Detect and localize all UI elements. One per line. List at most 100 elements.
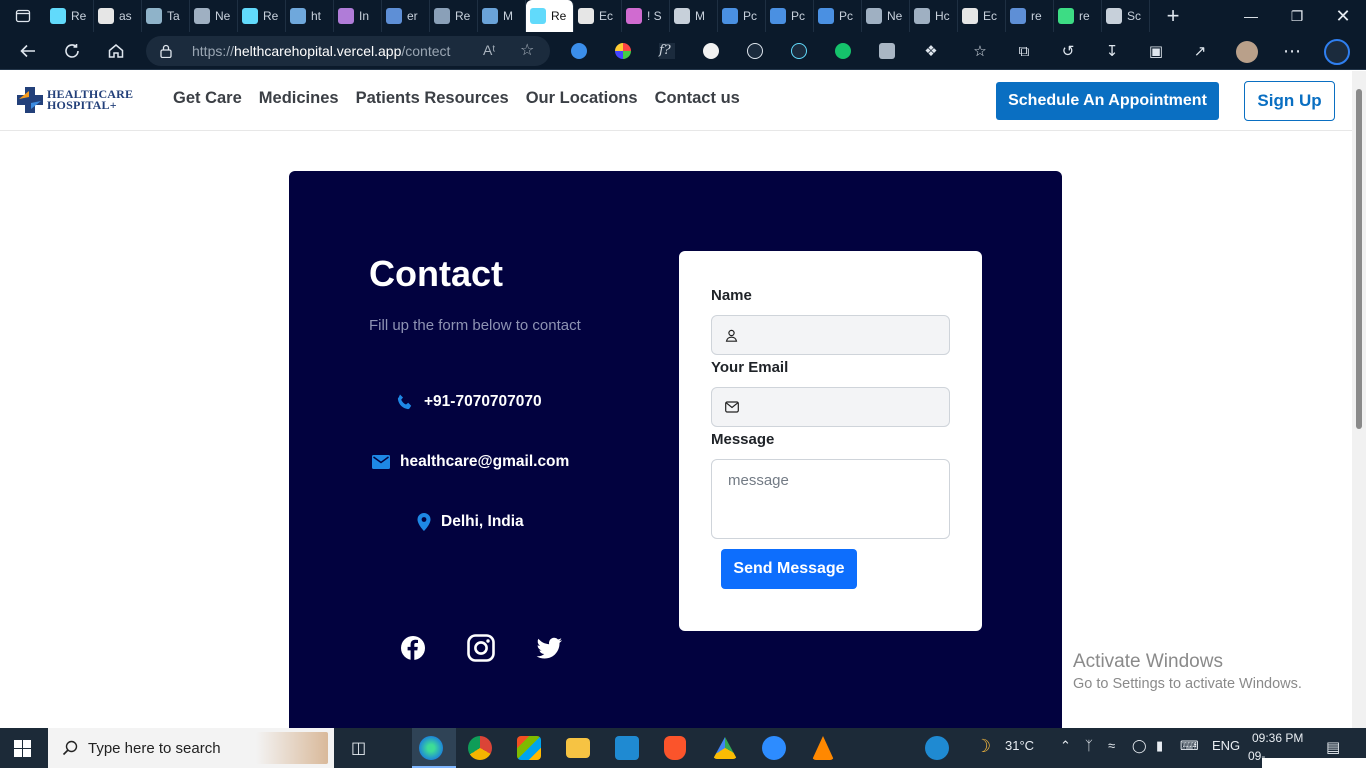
weather-moon-icon[interactable]: ☽ xyxy=(975,736,991,757)
browser-tab[interactable]: as xyxy=(94,0,142,32)
nav-our-locations[interactable]: Our Locations xyxy=(526,89,638,108)
lock-icon xyxy=(160,44,172,58)
tab-label: M xyxy=(695,9,705,23)
grammarly-icon[interactable] xyxy=(835,43,851,59)
bluetooth-icon[interactable]: ᛉ xyxy=(1085,738,1093,753)
web-capture-icon[interactable]: ▣ xyxy=(1146,41,1166,61)
instagram-icon[interactable] xyxy=(467,634,495,662)
browser-tab[interactable]: In xyxy=(334,0,382,32)
more-options-icon[interactable]: ⋯ xyxy=(1282,41,1302,61)
task-view-icon[interactable]: ◫ xyxy=(351,738,366,758)
browser-tab[interactable]: M xyxy=(478,0,526,32)
browser-tab[interactable]: Hc xyxy=(910,0,958,32)
browser-tab[interactable]: Re xyxy=(238,0,286,32)
browser-tab[interactable]: Ta xyxy=(142,0,190,32)
back-button[interactable] xyxy=(13,36,43,66)
site-logo[interactable]: HEALTHCARE HOSPITAL+ xyxy=(15,85,133,115)
read-aloud-icon[interactable]: Aᵗ xyxy=(483,42,495,58)
browser-tab[interactable]: re xyxy=(1054,0,1102,32)
page-scrollbar[interactable] xyxy=(1352,71,1366,728)
bing-chat-icon[interactable] xyxy=(1324,39,1350,65)
keyboard-icon[interactable]: ⌨ xyxy=(1180,738,1199,754)
chrome-icon[interactable] xyxy=(468,736,492,760)
facebook-icon[interactable] xyxy=(399,634,427,662)
start-button[interactable] xyxy=(14,740,31,762)
battery-icon[interactable]: ▮ xyxy=(1156,738,1163,754)
tab-label: In xyxy=(359,9,370,23)
message-textarea[interactable]: message xyxy=(711,459,950,539)
browser-tab[interactable]: Pc xyxy=(718,0,766,32)
browser-tab[interactable]: M xyxy=(670,0,718,32)
share-icon[interactable]: ↗ xyxy=(1190,41,1210,61)
favorite-star-icon[interactable]: ☆ xyxy=(520,40,534,60)
url-bar[interactable]: https://helthcarehopital.vercel.app/cont… xyxy=(146,36,550,66)
history-icon[interactable]: ↺ xyxy=(1058,41,1078,61)
refresh-button[interactable] xyxy=(57,36,87,66)
close-window-button[interactable]: ✕ xyxy=(1320,0,1366,32)
profile-avatar[interactable] xyxy=(1236,41,1258,63)
taskbar-search[interactable]: Type here to search xyxy=(48,728,334,768)
network-icon[interactable]: ≈ xyxy=(1108,738,1115,753)
extension-2-icon[interactable] xyxy=(615,43,631,59)
scrollbar-thumb[interactable] xyxy=(1356,89,1362,429)
show-hidden-icons-icon[interactable]: ⌃ xyxy=(1060,738,1071,754)
browser-tab[interactable]: re xyxy=(1006,0,1054,32)
twitter-icon[interactable] xyxy=(535,634,563,662)
browser-tab[interactable]: Pc xyxy=(814,0,862,32)
browser-tab[interactable]: ! S xyxy=(622,0,670,32)
temperature[interactable]: 31°C xyxy=(1005,738,1034,753)
browser-tab[interactable]: ht xyxy=(286,0,334,32)
meet-icon[interactable]: ◯ xyxy=(1132,738,1147,754)
collections-icon[interactable]: ⧉ xyxy=(1014,41,1034,61)
extension-4-icon[interactable] xyxy=(703,43,719,59)
store-icon[interactable] xyxy=(517,736,541,760)
help-icon[interactable] xyxy=(925,736,949,760)
tab-actions-button[interactable] xyxy=(0,0,46,32)
downloads-icon[interactable]: ↧ xyxy=(1102,41,1122,61)
browser-tab[interactable]: Ec xyxy=(574,0,622,32)
browser-tab[interactable]: Pc xyxy=(766,0,814,32)
nav-patients-resources[interactable]: Patients Resources xyxy=(356,89,509,108)
browser-tab[interactable]: Ec xyxy=(958,0,1006,32)
vlc-icon[interactable] xyxy=(812,736,834,760)
react-devtools-icon[interactable] xyxy=(747,43,763,59)
restore-button[interactable]: ❐ xyxy=(1274,0,1320,32)
send-message-button[interactable]: Send Message xyxy=(721,549,857,589)
email-input[interactable] xyxy=(711,387,950,427)
nav-get-care[interactable]: Get Care xyxy=(173,89,242,108)
nav-medicines[interactable]: Medicines xyxy=(259,89,339,108)
browser-tab[interactable]: Re xyxy=(430,0,478,32)
new-tab-button[interactable]: + xyxy=(1150,0,1196,32)
email-info[interactable]: healthcare@gmail.com xyxy=(372,453,569,471)
phone-info[interactable]: +91-7070707070 xyxy=(396,393,542,411)
language-indicator[interactable]: ENG xyxy=(1212,738,1240,753)
schedule-appointment-button[interactable]: Schedule An Appointment xyxy=(996,82,1219,120)
browser-tab[interactable]: er xyxy=(382,0,430,32)
browser-tab[interactable]: Sc xyxy=(1102,0,1150,32)
google-drive-icon[interactable] xyxy=(713,737,737,759)
shield-extension-icon[interactable] xyxy=(879,43,895,59)
location-info[interactable]: Delhi, India xyxy=(417,513,524,531)
file-explorer-icon[interactable] xyxy=(566,738,590,758)
clock-time[interactable]: 09:36 PM xyxy=(1252,731,1303,745)
react-icon[interactable] xyxy=(791,43,807,59)
name-input[interactable] xyxy=(711,315,950,355)
tab-favicon-icon xyxy=(866,8,882,24)
brave-icon[interactable] xyxy=(664,736,686,760)
browser-tab[interactable]: Ne xyxy=(862,0,910,32)
zoom-icon[interactable] xyxy=(762,736,786,760)
browser-tab-active[interactable]: Re✕ xyxy=(526,0,574,32)
favorites-icon[interactable]: ☆ xyxy=(970,41,990,61)
notifications-icon[interactable]: ▤ xyxy=(1326,738,1340,756)
sign-up-button[interactable]: Sign Up xyxy=(1244,81,1335,121)
vscode-icon[interactable] xyxy=(615,736,639,760)
home-button[interactable] xyxy=(101,36,131,66)
browser-tab[interactable]: Re xyxy=(46,0,94,32)
extension-1-icon[interactable] xyxy=(571,43,587,59)
nav-contact-us[interactable]: Contact us xyxy=(655,89,740,108)
formula-extension-icon[interactable]: f? xyxy=(659,43,675,59)
extensions-puzzle-icon[interactable]: ❖ xyxy=(921,41,941,61)
minimize-button[interactable]: — xyxy=(1228,0,1274,32)
name-label: Name xyxy=(711,287,752,304)
browser-tab[interactable]: Ne xyxy=(190,0,238,32)
